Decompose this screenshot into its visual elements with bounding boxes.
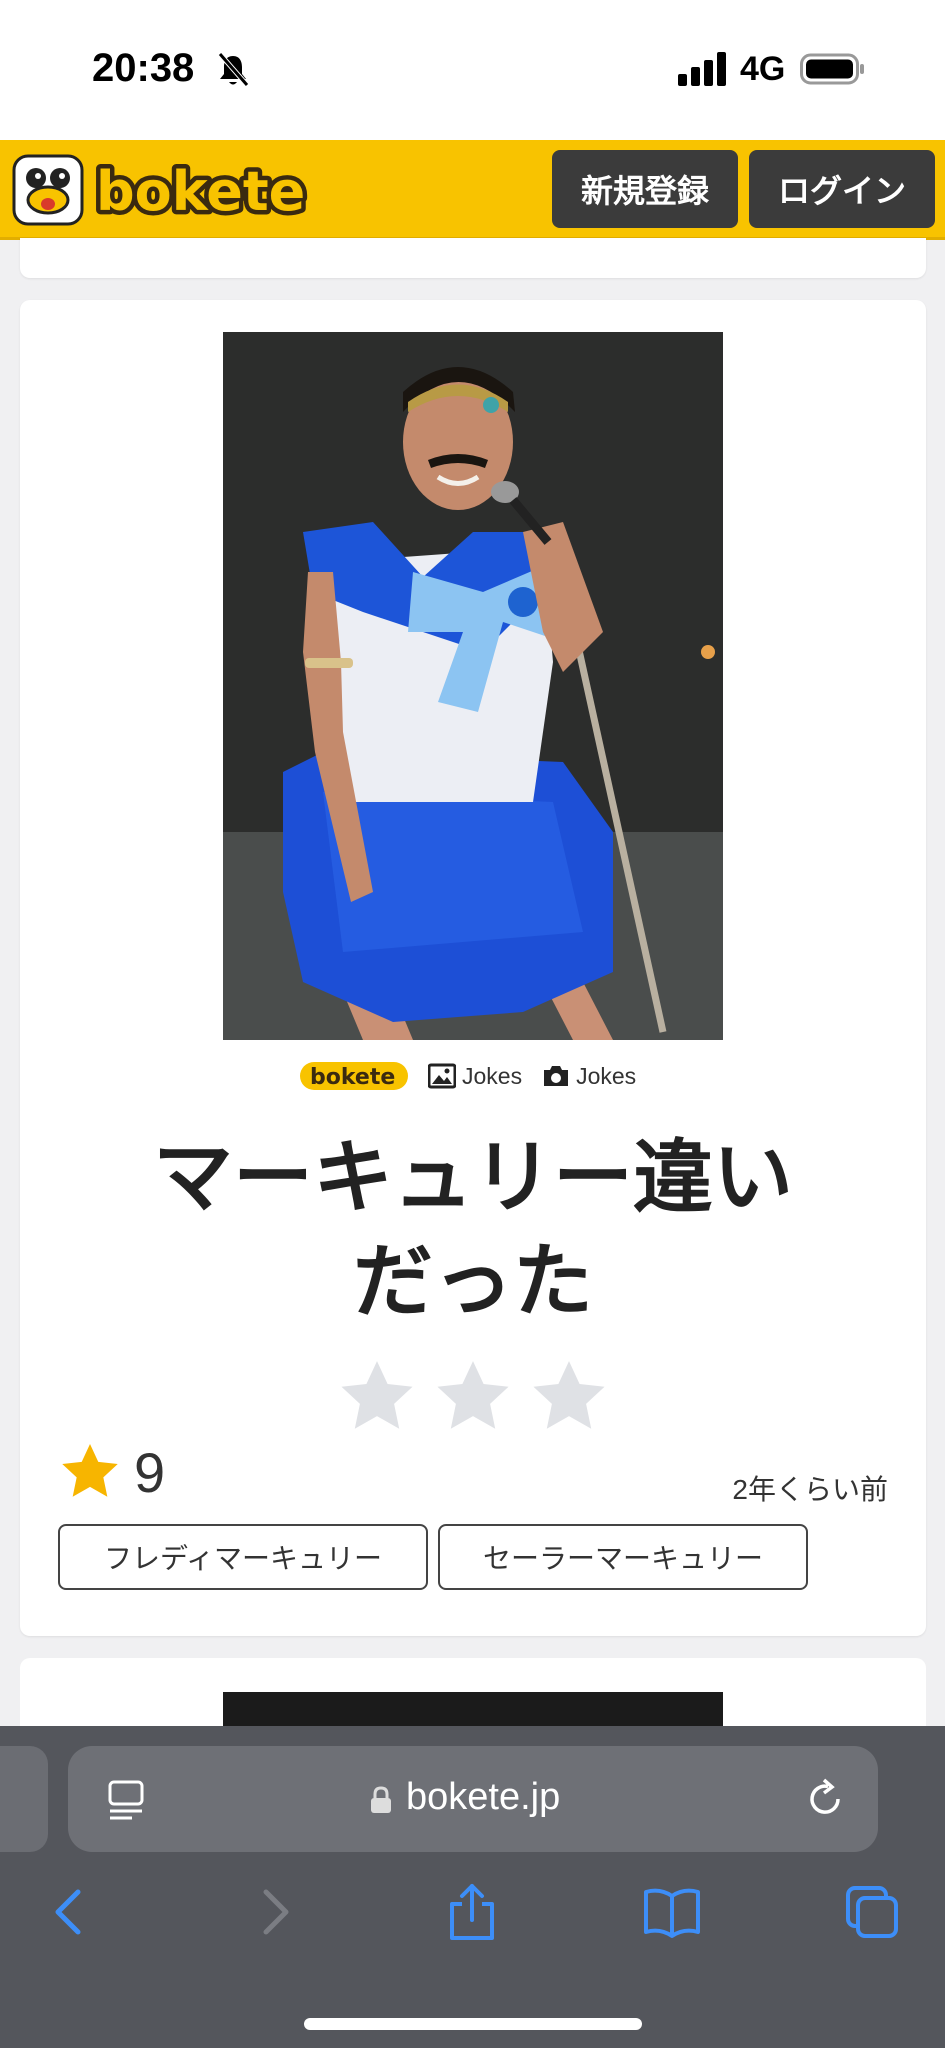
address-bar[interactable]: bokete.jp <box>68 1746 878 1852</box>
status-time: 20:38 <box>92 46 195 90</box>
browser-toolbar: bokete.jp <box>0 1726 945 2048</box>
rate-star-icon[interactable] <box>336 1356 418 1438</box>
camera-credit[interactable]: Jokes <box>542 1063 636 1090</box>
image-credit[interactable]: Jokes <box>428 1063 522 1090</box>
rating-stars <box>336 1356 610 1438</box>
svg-text:bokete: bokete <box>310 1065 395 1090</box>
rate-star-icon[interactable] <box>432 1356 514 1438</box>
caption-line-2: だった <box>353 1237 593 1326</box>
previous-post-card <box>20 238 926 278</box>
forward-icon[interactable] <box>244 1882 304 1942</box>
bokete-mini-logo: bokete <box>300 1062 408 1090</box>
home-indicator <box>304 2018 642 2030</box>
url-text[interactable]: bokete.jp <box>406 1776 560 1819</box>
site-header: bokete bokete 新規登録 ログイン <box>0 140 945 240</box>
lock-icon <box>371 1786 391 1813</box>
register-button[interactable]: 新規登録 <box>552 150 738 228</box>
bokete-logo[interactable]: bokete bokete <box>12 154 352 226</box>
network-label: 4G <box>740 50 786 88</box>
image-credit-label: Jokes <box>462 1062 523 1089</box>
post-time: 2年くらい前 <box>732 1474 888 1505</box>
score-star-icon <box>62 1444 118 1497</box>
status-bar: 20:38 4G <box>0 0 945 140</box>
reload-icon[interactable] <box>804 1778 846 1820</box>
camera-credit-label: Jokes <box>576 1062 637 1089</box>
svg-text:bokete: bokete <box>96 160 305 223</box>
post-photo[interactable] <box>223 332 723 1040</box>
tag-sailor-mercury[interactable]: セーラーマーキュリー <box>438 1524 808 1590</box>
score-count: 9 <box>134 1441 166 1504</box>
tabs-icon[interactable] <box>842 1882 902 1942</box>
signal-icon <box>678 52 726 86</box>
caption-line-1: マーキュリー違い <box>153 1133 793 1222</box>
bell-muted-icon <box>218 52 249 87</box>
back-icon[interactable] <box>40 1882 100 1942</box>
post-card: bokete Jokes Jokes マーキュリー違い だった 9 2年くらい前 <box>20 300 926 1636</box>
tag-freddie-mercury[interactable]: フレディマーキュリー <box>58 1524 428 1590</box>
login-button[interactable]: ログイン <box>749 150 935 228</box>
page-menu-icon[interactable] <box>106 1778 146 1822</box>
previous-tab-peek[interactable] <box>0 1746 48 1852</box>
photo-credits: bokete Jokes Jokes <box>300 1058 636 1094</box>
rate-star-icon[interactable] <box>528 1356 610 1438</box>
post-caption: マーキュリー違い だった <box>80 1126 866 1334</box>
bookmarks-icon[interactable] <box>642 1882 702 1942</box>
camera-icon <box>544 1066 569 1086</box>
battery-icon <box>800 53 864 85</box>
share-icon[interactable] <box>442 1882 502 1942</box>
image-icon <box>428 1063 456 1089</box>
